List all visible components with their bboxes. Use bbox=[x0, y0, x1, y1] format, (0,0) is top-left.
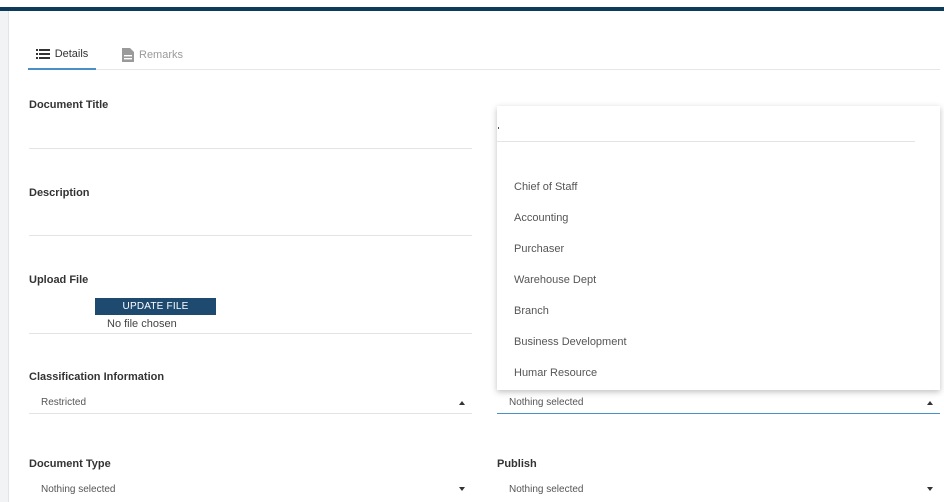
upload-divider bbox=[29, 333, 472, 334]
tab-remarks[interactable]: Remarks bbox=[122, 40, 202, 70]
department-select[interactable]: Nothing selected bbox=[497, 392, 940, 414]
dropdown-option-branch[interactable]: Branch bbox=[514, 305, 549, 317]
document-type-select[interactable]: Nothing selected bbox=[29, 478, 472, 500]
dropdown-option-chief-of-staff[interactable]: Chief of Staff bbox=[514, 181, 577, 193]
classification-label: Classification Information bbox=[29, 371, 165, 383]
document-title-input[interactable] bbox=[29, 148, 472, 149]
classification-select[interactable]: Restricted bbox=[29, 392, 472, 414]
publish-select[interactable]: Nothing selected bbox=[497, 478, 940, 500]
upload-file-label: Upload File bbox=[29, 274, 89, 286]
caret-down-icon bbox=[920, 487, 940, 491]
document-title-label: Document Title bbox=[29, 99, 109, 111]
publish-value: Nothing selected bbox=[509, 483, 584, 495]
document-type-value: Nothing selected bbox=[41, 483, 116, 495]
classification-value: Restricted bbox=[41, 397, 87, 408]
text-cursor bbox=[498, 127, 499, 129]
department-value: Nothing selected bbox=[509, 397, 584, 408]
update-file-button[interactable]: UPDATE FILE bbox=[95, 298, 216, 315]
department-dropdown-menu: Chief of Staff Accounting Purchaser Ware… bbox=[497, 106, 940, 390]
document-icon bbox=[122, 48, 134, 62]
dropdown-option-warehouse-dept[interactable]: Warehouse Dept bbox=[514, 274, 596, 286]
dropdown-search-input[interactable] bbox=[497, 114, 915, 136]
caret-down-icon bbox=[452, 487, 472, 491]
top-header-bar bbox=[0, 0, 944, 11]
tab-details[interactable]: Details bbox=[28, 40, 96, 70]
document-type-label: Document Type bbox=[29, 458, 111, 470]
dropdown-option-accounting[interactable]: Accounting bbox=[514, 212, 568, 224]
no-file-chosen-text: No file chosen bbox=[107, 318, 177, 330]
description-input[interactable] bbox=[29, 235, 472, 236]
dropdown-search bbox=[497, 106, 915, 142]
publish-label: Publish bbox=[497, 458, 537, 470]
caret-up-icon bbox=[452, 400, 472, 405]
left-sidebar-rail bbox=[0, 11, 9, 502]
description-label: Description bbox=[29, 187, 90, 199]
caret-up-icon bbox=[920, 400, 940, 405]
dropdown-option-purchaser[interactable]: Purchaser bbox=[514, 243, 564, 255]
dropdown-option-humar-resource[interactable]: Humar Resource bbox=[514, 367, 597, 379]
tab-details-label: Details bbox=[54, 48, 89, 60]
tab-bar: Details Remarks bbox=[28, 40, 940, 70]
dropdown-option-business-development[interactable]: Business Development bbox=[514, 336, 627, 348]
list-icon bbox=[35, 49, 50, 59]
tab-remarks-label: Remarks bbox=[139, 49, 184, 61]
